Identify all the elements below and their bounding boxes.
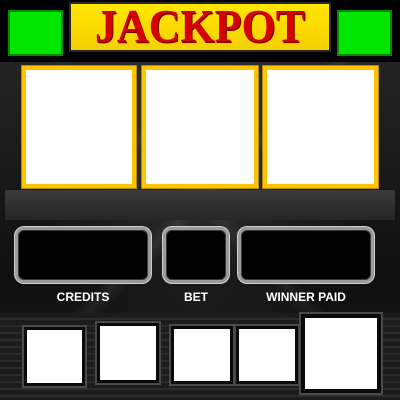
reel-2	[142, 66, 258, 188]
bet-display	[163, 227, 229, 283]
spin-button[interactable]	[301, 314, 381, 393]
left-indicator-light	[8, 10, 63, 56]
slot-machine: JACKPOT CREDITS BET WINNER PAID	[0, 0, 400, 400]
reel-3	[263, 66, 378, 188]
reel-shelf	[5, 190, 395, 220]
right-indicator-light	[337, 10, 392, 56]
credits-display	[15, 227, 151, 283]
reel-1	[22, 66, 136, 188]
bet-label: BET	[184, 290, 208, 304]
winner-paid-label: WINNER PAID	[266, 290, 346, 304]
machine-button-3[interactable]	[171, 326, 233, 384]
machine-button-1[interactable]	[24, 327, 85, 386]
jackpot-title: JACKPOT	[94, 0, 306, 53]
winner-paid-display	[238, 227, 374, 283]
machine-button-2[interactable]	[97, 323, 159, 383]
credits-label: CREDITS	[56, 290, 110, 304]
machine-button-4[interactable]	[236, 326, 298, 384]
jackpot-banner: JACKPOT	[69, 2, 331, 52]
